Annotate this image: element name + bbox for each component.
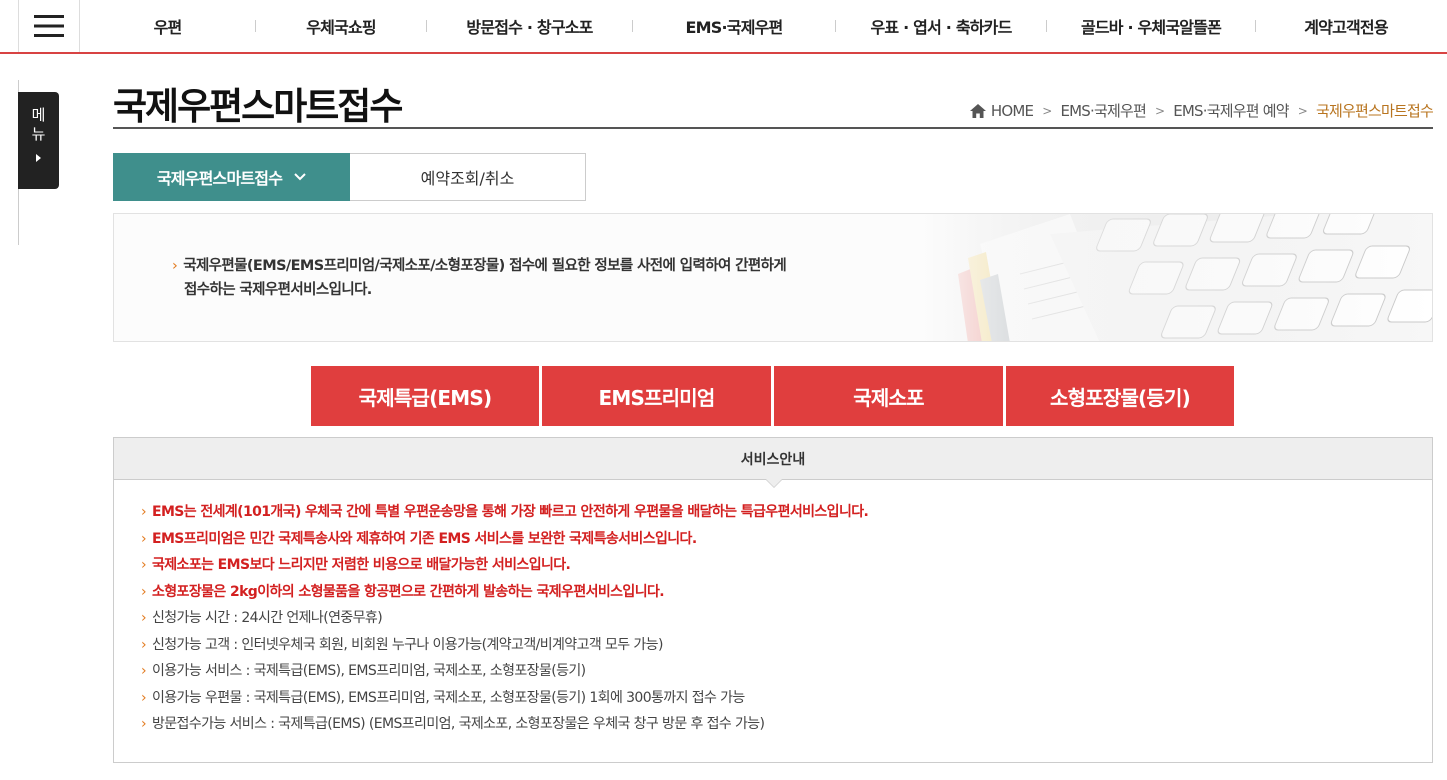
nav-item-ems-international[interactable]: EMS·국제우편	[633, 14, 835, 38]
bullet-icon: ›	[141, 610, 147, 626]
keyboard-illustration	[920, 214, 1432, 341]
info-item: › 이용가능 우편물 : 국제특급(EMS), EMS프리미엄, 국제소포, 소형…	[141, 685, 868, 712]
info-item: › 신청가능 고객 : 인터넷우체국 회원, 비회원 누구나 이용가능(계약고객/…	[141, 632, 868, 659]
info-item: › 방문접수가능 서비스 : 국제특급(EMS) (EMS프리미엄, 국제소포, …	[141, 711, 868, 738]
ems-button[interactable]: 국제특급(EMS)	[311, 366, 539, 426]
info-item-text: EMS프리미엄은 민간 국제특송사와 제휴하여 기존 EMS 서비스를 보완한 …	[152, 530, 697, 547]
top-navigation: 우편 우체국쇼핑 방문접수 · 창구소포 EMS·국제우편 우표 · 엽서 · …	[0, 0, 1447, 54]
intro-banner: › 국제우편물(EMS/EMS프리미엄/국제소포/소형포장물) 접수에 필요한 정…	[113, 213, 1433, 342]
page-title: 국제우편스마트접수	[113, 85, 403, 128]
service-buttons: 국제특급(EMS) EMS프리미엄 국제소포 소형포장물(등기)	[311, 366, 1234, 426]
bullet-icon: ›	[141, 636, 147, 653]
breadcrumb-separator-icon: >	[1297, 103, 1308, 118]
bullet-icon: ›	[172, 258, 178, 274]
intro-line-1: 국제우편물(EMS/EMS프리미엄/국제소포/소형포장물) 접수에 필요한 정보…	[183, 258, 787, 274]
chevron-down-icon	[294, 173, 306, 181]
info-item: › 이용가능 서비스 : 국제특급(EMS), EMS프리미엄, 국제소포, 소형…	[141, 658, 868, 685]
info-item-text: 신청가능 고객 : 인터넷우체국 회원, 비회원 누구나 이용가능(계약고객/비…	[152, 636, 663, 653]
bullet-icon: ›	[141, 716, 147, 732]
breadcrumb: HOME > EMS·국제우편 > EMS·국제우편 예약 > 국제우편스마트접…	[969, 100, 1434, 121]
header-notch	[766, 479, 782, 487]
nav-item-post[interactable]: 우편	[80, 14, 255, 38]
breadcrumb-ems-reservation[interactable]: EMS·국제우편 예약	[1173, 100, 1289, 121]
service-info-title: 서비스안내	[740, 451, 806, 468]
info-item: › 국제소포는 EMS보다 느리지만 저렴한 비용으로 배달가능한 서비스입니다.	[141, 552, 868, 579]
info-item-text: 신청가능 시간 : 24시간 언제나(연중무휴)	[152, 610, 383, 626]
tab-smart-reception-label: 국제우편스마트접수	[156, 169, 283, 188]
bullet-icon: ›	[141, 504, 147, 520]
ems-premium-button[interactable]: EMS프리미엄	[542, 366, 771, 426]
international-parcel-button[interactable]: 국제소포	[774, 366, 1003, 426]
side-menu-toggle[interactable]: 메 뉴	[18, 92, 59, 189]
info-item-text: 이용가능 서비스 : 국제특급(EMS), EMS프리미엄, 국제소포, 소형포…	[152, 663, 586, 679]
breadcrumb-home[interactable]: HOME	[991, 102, 1034, 120]
breadcrumb-current: 국제우편스마트접수	[1315, 102, 1434, 120]
info-item: › EMS프리미엄은 민간 국제특송사와 제휴하여 기존 EMS 서비스를 보완한…	[141, 526, 868, 553]
bullet-icon: ›	[141, 583, 147, 600]
caret-right-icon	[36, 154, 41, 162]
info-item-text: 소형포장물은 2kg이하의 소형물품을 항공편으로 간편하게 발송하는 국제우편…	[152, 583, 665, 600]
info-item: › 신청가능 시간 : 24시간 언제나(연중무휴)	[141, 605, 868, 632]
nav-item-goldbar-phone[interactable]: 골드바 · 우체국알뜰폰	[1047, 14, 1255, 38]
hamburger-menu-button[interactable]	[18, 0, 80, 52]
title-divider	[113, 127, 1433, 129]
info-item-text: EMS는 전세계(101개국) 우체국 간에 특별 우편운송망을 통해 가장 빠…	[152, 504, 869, 520]
info-item-text: 국제소포는 EMS보다 느리지만 저렴한 비용으로 배달가능한 서비스입니다.	[152, 557, 571, 573]
breadcrumb-separator-icon: >	[1154, 103, 1165, 118]
small-packet-button[interactable]: 소형포장물(등기)	[1006, 366, 1234, 426]
nav-item-shopping[interactable]: 우체국쇼핑	[256, 14, 426, 38]
intro-description: › 국제우편물(EMS/EMS프리미엄/국제소포/소형포장물) 접수에 필요한 정…	[172, 254, 912, 302]
info-item-text: 이용가능 우편물 : 국제특급(EMS), EMS프리미엄, 국제소포, 소형포…	[152, 689, 745, 706]
intro-line-2: 접수하는 국제우편서비스입니다.	[184, 282, 372, 298]
nav-items: 우편 우체국쇼핑 방문접수 · 창구소포 EMS·국제우편 우표 · 엽서 · …	[80, 0, 1447, 52]
service-info-header: 서비스안내	[114, 438, 1432, 488]
nav-item-visit-pickup[interactable]: 방문접수 · 창구소포	[427, 14, 632, 38]
bullet-icon: ›	[141, 557, 147, 573]
tab-reservation-inquiry[interactable]: 예약조회/취소	[350, 153, 586, 201]
info-item: › 소형포장물은 2kg이하의 소형물품을 항공편으로 간편하게 발송하는 국제우…	[141, 579, 868, 606]
side-menu-label-2: 뉴	[31, 125, 46, 143]
bullet-icon: ›	[141, 663, 147, 679]
nav-item-contract-customer[interactable]: 계약고객전용	[1256, 14, 1436, 38]
info-item-text: 방문접수가능 서비스 : 국제특급(EMS) (EMS프리미엄, 국제소포, 소…	[152, 716, 765, 732]
bullet-icon: ›	[141, 689, 147, 706]
breadcrumb-ems-international[interactable]: EMS·국제우편	[1060, 100, 1146, 121]
breadcrumb-separator-icon: >	[1042, 103, 1052, 118]
service-info-box: 서비스안내 › EMS는 전세계(101개국) 우체국 간에 특별 우편운송망을 …	[113, 437, 1433, 763]
hamburger-icon	[34, 15, 64, 37]
sub-tabs: 국제우편스마트접수 예약조회/취소	[113, 153, 586, 201]
nav-item-stamps-cards[interactable]: 우표 · 엽서 · 축하카드	[836, 14, 1046, 38]
bullet-icon: ›	[141, 530, 147, 547]
service-info-list: › EMS는 전세계(101개국) 우체국 간에 특별 우편운송망을 통해 가장 …	[141, 499, 869, 738]
side-menu-label-1: 메	[31, 106, 46, 124]
tab-smart-reception[interactable]: 국제우편스마트접수	[113, 153, 350, 201]
info-item: › EMS는 전세계(101개국) 우체국 간에 특별 우편운송망을 통해 가장 …	[141, 499, 869, 526]
home-icon	[969, 103, 986, 118]
